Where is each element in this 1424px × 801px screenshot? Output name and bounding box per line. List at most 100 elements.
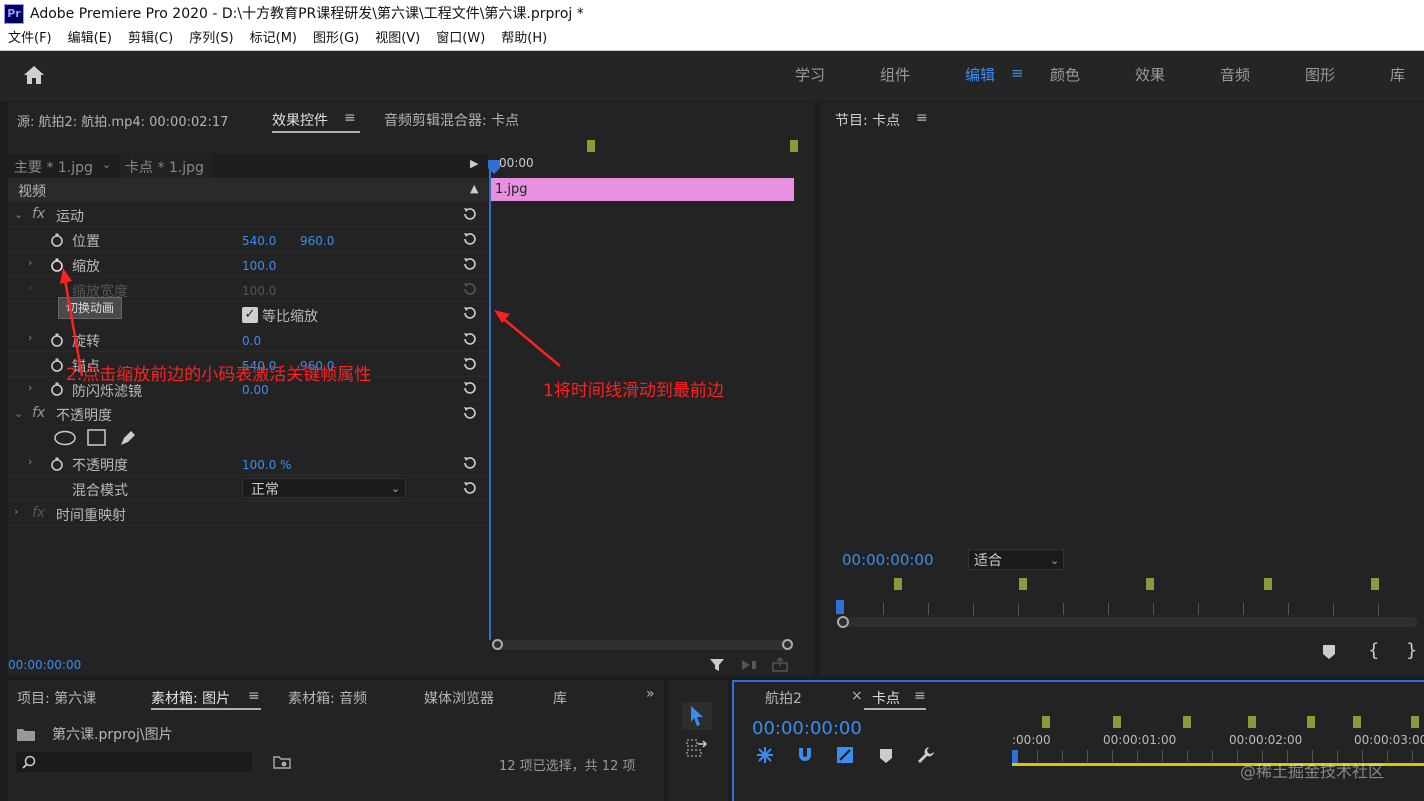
rotation-value[interactable]: 0.0 xyxy=(242,334,261,348)
selection-tool-icon[interactable] xyxy=(689,705,705,727)
nest-icon[interactable] xyxy=(756,746,774,764)
workspace-graphics[interactable]: 图形 xyxy=(1305,64,1335,85)
reset-icon[interactable] xyxy=(462,206,478,222)
panel-menu-icon[interactable]: ≡ xyxy=(914,688,926,704)
workspace-libraries[interactable]: 库 xyxy=(1390,64,1405,85)
program-playhead[interactable] xyxy=(836,600,844,614)
timeline-timecode[interactable]: 00:00:00:00 xyxy=(752,718,862,739)
workspace-editing[interactable]: 编辑 xyxy=(965,64,995,85)
chevron-right-icon[interactable]: › xyxy=(28,332,38,343)
marker-icon[interactable] xyxy=(1113,716,1121,728)
position-x-value[interactable]: 540.0 xyxy=(242,234,276,248)
scale-value[interactable]: 100.0 xyxy=(242,259,276,273)
home-icon[interactable] xyxy=(22,64,46,86)
menu-markers[interactable]: 标记(M) xyxy=(242,28,305,50)
stopwatch-icon[interactable] xyxy=(50,382,64,396)
reset-icon[interactable] xyxy=(462,331,478,347)
antiflicker-value[interactable]: 0.00 xyxy=(242,383,269,397)
reset-icon[interactable] xyxy=(462,455,478,471)
tab-project[interactable]: 项目: 第六课 xyxy=(17,688,96,708)
tab-bin-images[interactable]: 素材箱: 图片 xyxy=(151,688,230,708)
fx-icon[interactable]: fx xyxy=(32,206,45,222)
tab-effect-controls[interactable]: 效果控件 xyxy=(272,110,328,130)
chevron-expand-icon[interactable]: ⌄ xyxy=(14,209,24,220)
workspace-audio[interactable]: 音频 xyxy=(1220,64,1250,85)
export-icon[interactable] xyxy=(771,657,789,673)
mark-out-icon[interactable]: } xyxy=(1406,640,1417,661)
workspace-menu-icon[interactable]: ≡ xyxy=(1011,64,1024,82)
tab-bin-audio[interactable]: 素材箱: 音频 xyxy=(288,688,367,708)
fx-disabled-icon[interactable]: fx xyxy=(32,505,45,521)
tab-media-browser[interactable]: 媒体浏览器 xyxy=(424,688,494,708)
position-y-value[interactable]: 960.0 xyxy=(300,234,334,248)
marker-icon[interactable] xyxy=(1183,716,1191,728)
project-search-input[interactable] xyxy=(16,752,252,772)
new-bin-icon[interactable] xyxy=(273,755,291,769)
add-marker-icon[interactable] xyxy=(1322,644,1336,660)
chevron-expand-icon[interactable]: ⌄ xyxy=(14,408,24,419)
reset-icon[interactable] xyxy=(462,405,478,421)
chevron-down-icon[interactable]: ⌄ xyxy=(102,159,112,170)
marker-icon[interactable] xyxy=(1411,716,1419,728)
marker-icon[interactable] xyxy=(1146,578,1154,590)
workspace-learn[interactable]: 学习 xyxy=(795,64,825,85)
menu-graphics[interactable]: 图形(G) xyxy=(305,28,367,50)
linked-selection-icon[interactable] xyxy=(836,746,854,764)
filter-icon[interactable] xyxy=(709,657,725,673)
chevron-right-icon[interactable]: › xyxy=(28,456,38,467)
chevron-right-icon[interactable]: › xyxy=(14,506,24,517)
panel-menu-icon[interactable]: ≡ xyxy=(344,110,356,126)
more-tabs-icon[interactable]: » xyxy=(646,686,655,702)
effect-timeline-scrollbar[interactable] xyxy=(492,640,792,650)
marker-icon[interactable] xyxy=(790,140,798,152)
reset-icon[interactable] xyxy=(462,231,478,247)
scrollbar-handle-right[interactable] xyxy=(782,639,793,650)
tab-source[interactable]: 源: 航拍2: 航拍.mp4: 00:00:02:17 xyxy=(17,111,228,130)
clip-bar[interactable] xyxy=(491,178,794,201)
chevron-right-icon[interactable]: › xyxy=(28,257,38,268)
menu-help[interactable]: 帮助(H) xyxy=(493,28,555,50)
play-only-icon[interactable] xyxy=(740,658,758,672)
uniform-scale-checkbox[interactable]: ✓ xyxy=(242,307,258,323)
scrollbar-handle-left[interactable] xyxy=(492,639,503,650)
tab-libraries[interactable]: 库 xyxy=(553,688,567,708)
marker-icon[interactable] xyxy=(1264,578,1272,590)
marker-icon[interactable] xyxy=(1042,716,1050,728)
menu-file[interactable]: 文件(F) xyxy=(0,28,60,50)
ellipse-mask-icon[interactable] xyxy=(54,430,76,446)
program-timecode[interactable]: 00:00:00:00 xyxy=(842,551,934,569)
program-scrollbar[interactable] xyxy=(838,617,1418,627)
marker-icon[interactable] xyxy=(1371,578,1379,590)
chevron-right-icon[interactable]: › xyxy=(28,282,38,293)
menu-sequence[interactable]: 序列(S) xyxy=(181,28,241,50)
panel-menu-icon[interactable]: ≡ xyxy=(248,688,260,704)
track-select-tool-icon[interactable] xyxy=(686,738,708,758)
collapse-up-icon[interactable]: ▲ xyxy=(470,183,480,194)
effect-controls-timecode[interactable]: 00:00:00:00 xyxy=(8,658,81,672)
playhead-line[interactable] xyxy=(489,160,491,640)
reset-icon[interactable] xyxy=(462,356,478,372)
program-ruler[interactable] xyxy=(838,603,1418,615)
timeline-marker-icon[interactable] xyxy=(879,748,893,764)
marker-icon[interactable] xyxy=(1248,716,1256,728)
effect-timeline-ruler[interactable] xyxy=(490,140,808,176)
reset-icon[interactable] xyxy=(462,380,478,396)
snap-magnet-icon[interactable] xyxy=(796,746,814,764)
wrench-icon[interactable] xyxy=(917,746,935,764)
program-scroll-handle[interactable] xyxy=(837,616,849,628)
pen-mask-icon[interactable] xyxy=(118,429,138,447)
program-title[interactable]: 节目: 卡点 xyxy=(835,110,900,130)
folder-up-icon[interactable] xyxy=(16,726,36,742)
rectangle-mask-icon[interactable] xyxy=(87,429,107,447)
menu-edit[interactable]: 编辑(E) xyxy=(60,28,120,50)
tab-sequence-kadian[interactable]: 卡点 xyxy=(872,688,900,708)
tab-sequence-aerial[interactable]: 航拍2 xyxy=(765,688,802,708)
menu-view[interactable]: 视图(V) xyxy=(367,28,428,50)
tab-audio-clip-mixer[interactable]: 音频剪辑混合器: 卡点 xyxy=(384,110,519,130)
marker-icon[interactable] xyxy=(1307,716,1315,728)
opacity-value[interactable]: 100.0 % xyxy=(242,458,292,472)
marker-icon[interactable] xyxy=(587,140,595,152)
workspace-effects[interactable]: 效果 xyxy=(1135,64,1165,85)
stopwatch-icon[interactable] xyxy=(50,233,64,247)
stopwatch-icon[interactable] xyxy=(50,457,64,471)
